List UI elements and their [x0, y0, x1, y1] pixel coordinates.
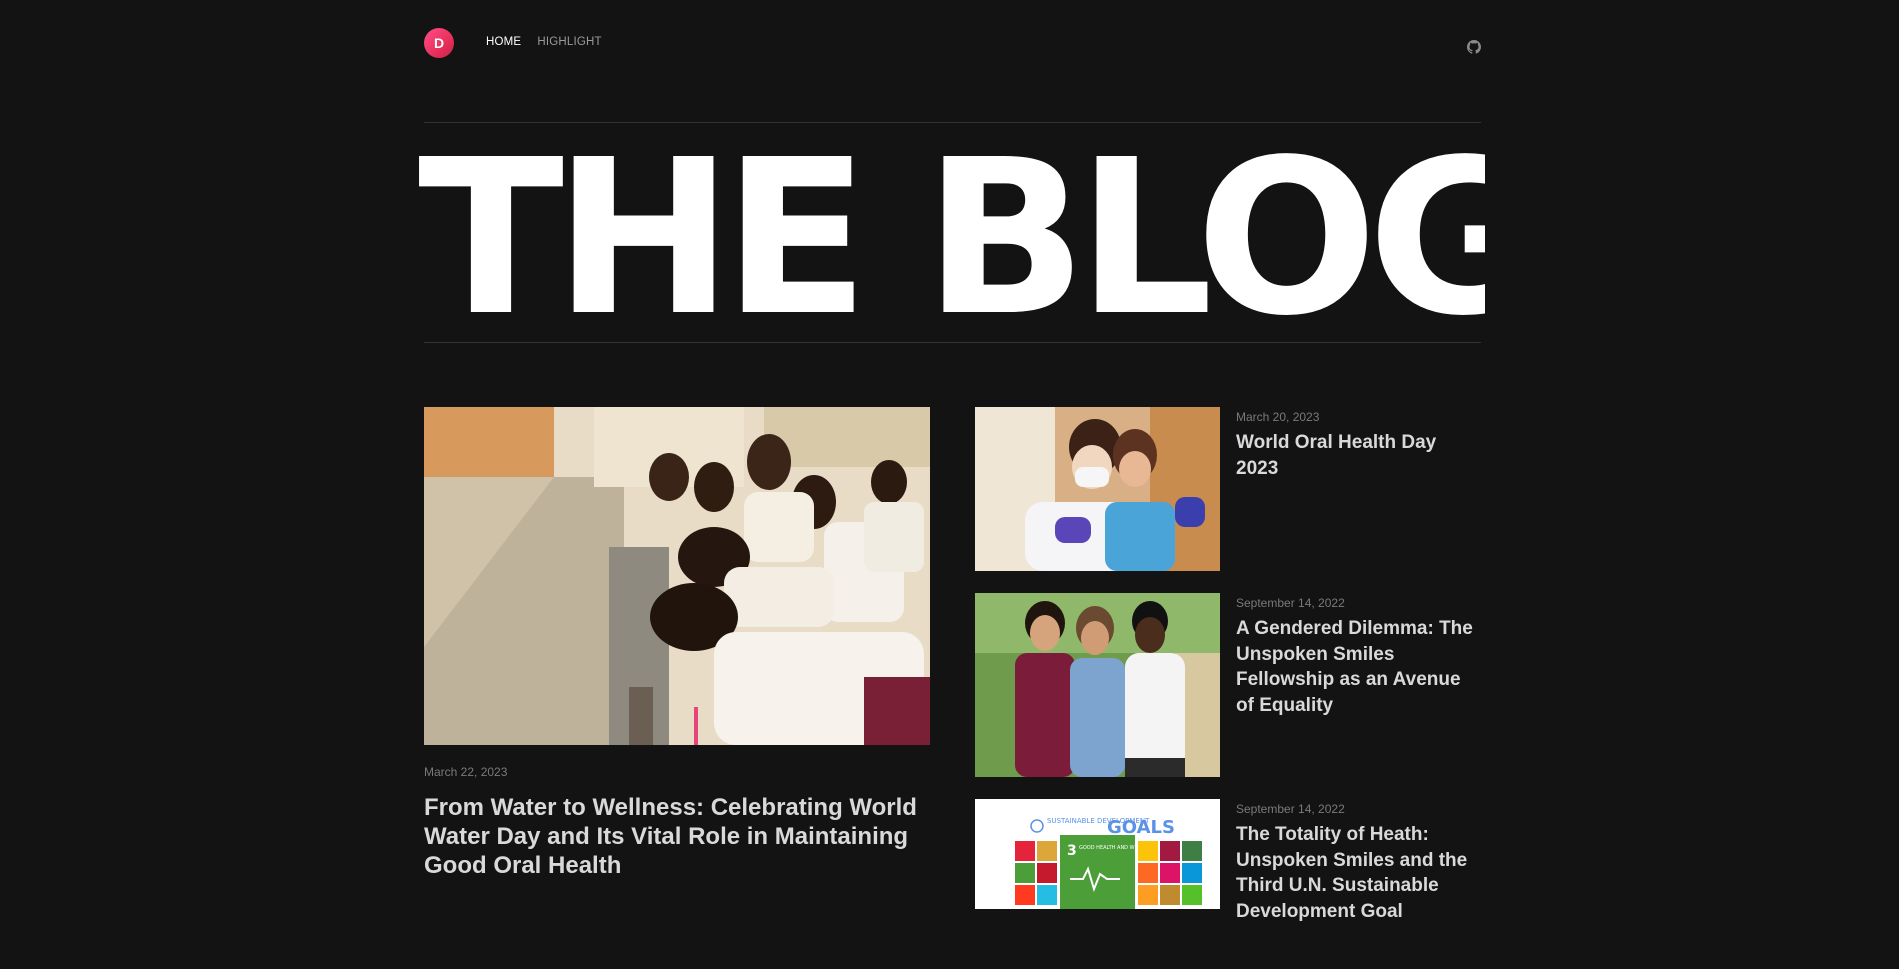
- divider-top: [424, 122, 1481, 123]
- divider-bottom: [424, 342, 1481, 343]
- top-navigation: D HOME HIGHLIGHT: [424, 28, 1481, 58]
- post-card[interactable]: SUSTAINABLE DEVELOPMENT GOALS 3 GOOD HEA…: [975, 799, 1481, 969]
- post-meta: March 20, 2023 World Oral Health Day 202…: [1236, 410, 1481, 481]
- featured-post[interactable]: March 22, 2023 From Water to Wellness: C…: [424, 407, 930, 880]
- sdg-goal-number: 3: [1067, 843, 1077, 859]
- nav-home[interactable]: HOME: [486, 36, 521, 48]
- post-title[interactable]: The Totality of Heath: Unspoken Smiles a…: [1236, 822, 1481, 924]
- post-meta: September 14, 2022 A Gendered Dilemma: T…: [1236, 596, 1481, 718]
- main-nav: HOME HIGHLIGHT: [486, 36, 602, 48]
- github-icon[interactable]: [1467, 40, 1481, 54]
- page-container: D HOME HIGHLIGHT THE BLOG March 22, 2023…: [418, 0, 1485, 922]
- post-thumbnail[interactable]: [975, 593, 1220, 777]
- post-title[interactable]: World Oral Health Day 2023: [1236, 430, 1481, 481]
- post-card[interactable]: September 14, 2022 A Gendered Dilemma: T…: [975, 593, 1481, 777]
- post-date: September 14, 2022: [1236, 802, 1345, 816]
- site-logo[interactable]: D: [424, 28, 454, 58]
- nav-highlight[interactable]: HIGHLIGHT: [537, 36, 601, 48]
- post-thumbnail[interactable]: [975, 407, 1220, 571]
- post-meta: September 14, 2022 The Totality of Heath…: [1236, 802, 1481, 924]
- featured-post-date: March 22, 2023: [424, 765, 508, 779]
- page-title: THE BLOG: [418, 132, 1485, 332]
- post-thumbnail[interactable]: SUSTAINABLE DEVELOPMENT GOALS 3 GOOD HEA…: [975, 799, 1220, 909]
- post-date: September 14, 2022: [1236, 596, 1345, 610]
- featured-post-image[interactable]: [424, 407, 930, 745]
- post-date: March 20, 2023: [1236, 410, 1320, 424]
- post-card[interactable]: March 20, 2023 World Oral Health Day 202…: [975, 407, 1481, 577]
- featured-post-title[interactable]: From Water to Wellness: Celebrating Worl…: [424, 793, 930, 880]
- sdg-heading-right: GOALS: [1107, 817, 1175, 838]
- post-title[interactable]: A Gendered Dilemma: The Unspoken Smiles …: [1236, 616, 1481, 718]
